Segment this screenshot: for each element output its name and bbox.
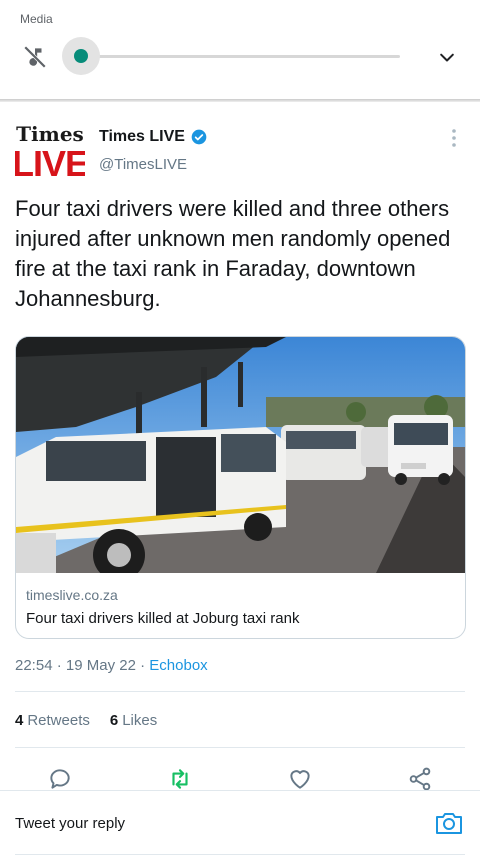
media-panel: Media <box>0 0 480 100</box>
link-card[interactable]: timeslive.co.za Four taxi drivers killed… <box>15 336 466 639</box>
tweet-actions <box>0 766 480 792</box>
author-handle[interactable]: @TimesLIVE <box>99 156 187 173</box>
card-domain: timeslive.co.za <box>26 587 118 603</box>
tweet-meta: 22:54 · 19 May 22 · Echobox <box>15 657 208 674</box>
slider-thumb[interactable] <box>74 49 88 63</box>
like-heart-icon[interactable] <box>287 766 313 792</box>
card-image-taxi-rank[interactable] <box>16 337 465 573</box>
divider <box>15 747 465 748</box>
likes-label: Likes <box>122 712 158 729</box>
card-title: Four taxi drivers killed at Joburg taxi … <box>26 610 300 627</box>
divider <box>15 691 465 692</box>
retweets-label: Retweets <box>27 712 90 729</box>
retweet-icon[interactable] <box>167 766 193 792</box>
likes-count: 6 <box>109 712 119 729</box>
logo-bottom-text: LIVE <box>15 143 85 184</box>
panel-shadow <box>0 99 480 102</box>
reply-bar: Tweet your reply <box>0 790 480 855</box>
reply-input[interactable]: Tweet your reply <box>15 815 125 832</box>
tweet-time: 22:54 <box>15 657 53 674</box>
meta-separator: · <box>135 657 150 674</box>
tweet-date: 19 May 22 <box>65 657 136 674</box>
media-volume-slider[interactable] <box>62 36 402 76</box>
tweet-source-link[interactable]: Echobox <box>149 657 207 674</box>
times-live-logo[interactable]: Times LIVE <box>15 120 85 184</box>
chevron-down-icon[interactable] <box>436 48 458 68</box>
slider-track <box>80 55 400 58</box>
author-name-row[interactable]: Times LIVE <box>99 128 207 146</box>
music-off-icon[interactable] <box>22 44 48 70</box>
tweet-stats: 4 Retweets 6 Likes <box>15 712 157 729</box>
media-label: Media <box>20 12 53 26</box>
more-options-icon[interactable] <box>448 127 460 149</box>
author-name[interactable]: Times LIVE <box>99 128 185 146</box>
reply-icon[interactable] <box>47 766 73 792</box>
retweets-count: 4 <box>15 712 24 729</box>
retweets-stat[interactable]: 4 Retweets <box>15 712 90 729</box>
meta-separator: · <box>52 657 66 674</box>
tweet-text: Four taxi drivers were killed and three … <box>15 196 451 311</box>
camera-icon[interactable] <box>434 809 464 837</box>
share-icon[interactable] <box>407 766 433 792</box>
likes-stat[interactable]: 6 Likes <box>110 712 157 729</box>
verified-badge-icon <box>191 129 207 145</box>
